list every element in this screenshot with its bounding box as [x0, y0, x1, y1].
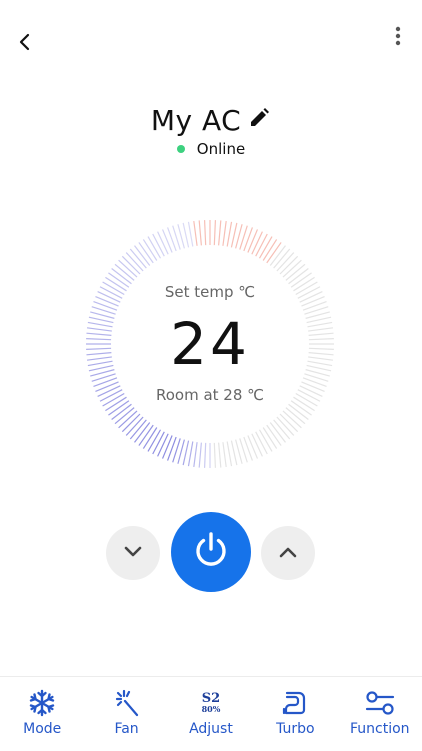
tab-mode[interactable]: Mode — [0, 677, 84, 751]
chevron-down-icon — [123, 544, 143, 563]
dial-tick — [255, 431, 268, 455]
dial-tick — [258, 429, 273, 452]
dial-tick — [198, 220, 202, 246]
set-temperature-value: 24 — [170, 310, 250, 378]
dial-tick — [157, 231, 169, 255]
pencil-icon — [248, 107, 270, 133]
dial-tick — [230, 440, 238, 466]
increase-temp-button[interactable] — [261, 526, 315, 580]
dial-tick — [142, 427, 158, 449]
dial-tick — [226, 221, 233, 247]
room-temperature: Room at 28 ℃ — [155, 386, 265, 404]
dial-tick — [161, 229, 173, 253]
power-icon — [191, 530, 231, 574]
snowflake-icon — [28, 687, 56, 719]
dial-tick — [152, 431, 165, 455]
dial-tick — [258, 236, 273, 259]
dial-tick — [230, 222, 238, 248]
dial-tick — [193, 442, 198, 468]
chevron-up-icon — [278, 544, 298, 563]
dial-tick — [187, 441, 194, 467]
function-icon — [365, 687, 395, 719]
more-vertical-icon — [395, 26, 401, 50]
device-name: My AC — [150, 103, 242, 137]
dial-tick — [198, 442, 202, 468]
dial-tick — [203, 442, 207, 468]
dial-tick — [218, 442, 222, 468]
dial-tick — [182, 440, 190, 466]
dial-tick — [182, 222, 190, 248]
bottom-toolbar: Mode Fan S2 80% Adjust Turbo Function — [0, 676, 422, 751]
tab-function-label: Function — [349, 721, 410, 737]
dial-tick — [251, 433, 263, 457]
tab-mode-label: Mode — [23, 721, 62, 737]
dial-tick — [262, 239, 278, 261]
dial-tick — [203, 220, 207, 246]
adjust-percent-value: 80% — [201, 704, 221, 714]
tab-fan-label: Fan — [114, 721, 139, 737]
adjust-icon: S2 80% — [202, 687, 221, 719]
dial-tick — [142, 239, 158, 261]
dial-tick — [226, 441, 233, 467]
tab-function[interactable]: Function — [338, 677, 422, 751]
dial-tick — [247, 229, 259, 253]
dial-tick — [187, 221, 194, 247]
dial-tick — [147, 429, 162, 452]
connection-status: Online — [0, 137, 422, 161]
dial-tick — [193, 220, 198, 246]
dial-tick — [152, 233, 165, 257]
edit-name-button[interactable] — [247, 108, 271, 132]
dial-tick — [262, 427, 278, 449]
dial-tick — [157, 433, 169, 457]
decrease-temp-button[interactable] — [106, 526, 160, 580]
tab-fan[interactable]: Fan — [85, 677, 169, 751]
dial-tick — [247, 435, 259, 459]
power-button[interactable] — [171, 512, 251, 592]
dial-tick — [255, 233, 268, 257]
dial-tick — [147, 236, 162, 259]
back-button[interactable] — [10, 30, 40, 58]
chevron-left-icon — [18, 33, 32, 55]
tab-turbo-label: Turbo — [276, 721, 315, 737]
tab-turbo[interactable]: Turbo — [253, 677, 337, 751]
status-indicator — [176, 145, 185, 153]
set-temp-label: Set temp ℃ — [164, 283, 256, 301]
dial-tick — [222, 220, 227, 246]
turbo-icon — [281, 687, 309, 719]
device-title: My AC — [0, 100, 422, 140]
dial-tick — [161, 435, 173, 459]
dial-tick — [222, 442, 227, 468]
more-options-button[interactable] — [386, 24, 410, 52]
dial-tick — [218, 220, 222, 246]
dial-tick — [213, 442, 217, 468]
dial-tick — [213, 220, 217, 246]
tab-adjust[interactable]: S2 80% Adjust — [169, 677, 253, 751]
tab-adjust-label: Adjust — [189, 721, 233, 737]
status-text: Online — [196, 140, 246, 158]
dial-tick — [251, 231, 263, 255]
fan-icon — [114, 687, 140, 719]
